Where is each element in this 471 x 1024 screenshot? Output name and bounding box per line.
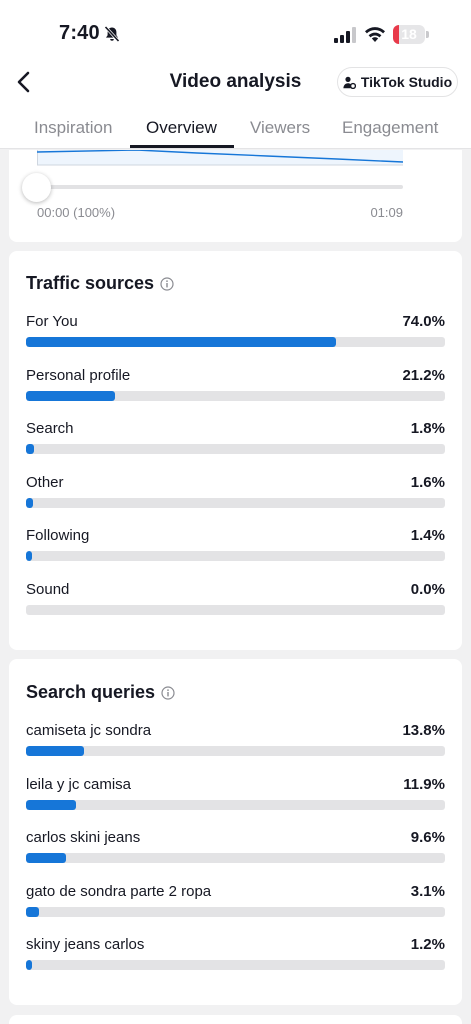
traffic-source-row: Personal profile 21.2% — [26, 367, 445, 407]
search-query-value: 9.6% — [410, 829, 445, 847]
search-query-bar-track — [26, 906, 445, 917]
battery-level: 18 — [401, 26, 417, 42]
search-query-row: skiny jeans carlos 1.2% — [26, 936, 445, 976]
traffic-source-value: 74.0% — [402, 313, 445, 330]
traffic-source-bar-track — [26, 444, 445, 455]
info-icon[interactable] — [160, 276, 174, 291]
search-query-bar-fill — [26, 746, 84, 756]
traffic-sources-card: Traffic sources For You 74.0% Personal pro… — [9, 251, 462, 650]
search-query-row: leila y jc camisa 11.9% — [26, 776, 445, 816]
traffic-source-row: Following 1.4% — [26, 527, 445, 567]
search-query-value: 3.1% — [410, 882, 445, 900]
retention-graph — [37, 150, 403, 166]
timeline-start-label: 00:00 (100%) — [37, 205, 116, 220]
traffic-source-value: 21.2% — [402, 366, 445, 384]
search-query-value: 13.8% — [402, 722, 445, 739]
traffic-source-bar-fill — [26, 390, 115, 401]
traffic-source-bar-fill — [26, 337, 337, 347]
tab-overview[interactable]: Overview — [146, 118, 217, 138]
timeline-slider-handle[interactable] — [22, 173, 51, 202]
search-query-bar-fill — [26, 799, 76, 810]
search-query-label: camiseta jc sondra — [26, 722, 152, 739]
traffic-source-row: For You 74.0% — [26, 313, 445, 353]
wifi-icon — [365, 27, 385, 42]
search-query-label: gato de sondra parte 2 ropa — [26, 882, 212, 900]
traffic-source-value: 0.0% — [410, 581, 445, 598]
traffic-source-row: Sound 0.0% — [26, 581, 445, 621]
traffic-source-bar-track — [26, 605, 445, 615]
traffic-source-bar-fill — [26, 497, 33, 508]
search-query-bar-fill — [26, 906, 39, 917]
person-gear-icon — [343, 76, 356, 89]
retention-card: 00:00 (100%) 01:09 — [9, 150, 462, 242]
search-query-label: carlos skini jeans — [26, 829, 141, 847]
traffic-source-bar-fill — [26, 551, 32, 562]
traffic-source-value: 1.8% — [410, 420, 445, 438]
timeline-end-label: 01:09 — [370, 205, 403, 220]
active-tab-indicator — [130, 145, 234, 148]
search-query-label: leila y jc camisa — [26, 775, 132, 793]
search-query-bar-track — [26, 960, 445, 971]
tab-viewers[interactable]: Viewers — [250, 118, 310, 138]
traffic-source-bar-fill — [26, 444, 34, 455]
search-query-bar-fill — [26, 853, 67, 864]
search-query-bar-track — [26, 799, 445, 810]
search-query-row: camiseta jc sondra 13.8% — [26, 722, 445, 762]
battery-icon: 18 — [393, 25, 425, 44]
search-query-bar-track — [26, 853, 445, 864]
status-bar: 7:40 18 — [0, 0, 471, 58]
timeline-slider-track[interactable] — [37, 185, 403, 189]
search-query-value: 1.2% — [410, 936, 445, 954]
traffic-source-value: 1.6% — [410, 473, 445, 491]
battery-indicator: 18 — [393, 25, 429, 44]
cellular-signal-icon — [334, 27, 356, 43]
traffic-source-row: Other 1.6% — [26, 474, 445, 514]
traffic-source-label: Search — [26, 420, 74, 438]
search-query-row: carlos skini jeans 9.6% — [26, 829, 445, 869]
traffic-source-bar-track — [26, 551, 445, 562]
tab-bar: Inspiration Overview Viewers Engagement — [0, 106, 471, 149]
traffic-source-bar-track — [26, 337, 445, 347]
traffic-source-label: Following — [26, 527, 90, 545]
nav-header: Video analysis TikTok Studio — [0, 58, 471, 106]
bell-muted-icon — [104, 25, 120, 43]
traffic-source-label: Sound — [26, 581, 70, 598]
tab-engagement[interactable]: Engagement — [342, 118, 438, 138]
traffic-source-label: For You — [26, 313, 78, 330]
search-query-value: 11.9% — [403, 775, 445, 793]
tiktok-studio-button[interactable]: TikTok Studio — [337, 67, 458, 97]
search-query-row: gato de sondra parte 2 ropa 3.1% — [26, 883, 445, 923]
status-time: 7:40 — [59, 22, 100, 44]
traffic-source-label: Personal profile — [26, 366, 131, 384]
traffic-source-row: Search 1.8% — [26, 420, 445, 460]
search-queries-card: Search queries camiseta jc sondra 13.8% le… — [9, 659, 462, 1005]
traffic-source-value: 1.4% — [410, 527, 445, 545]
tab-inspiration[interactable]: Inspiration — [34, 118, 112, 138]
search-query-bar-track — [26, 746, 445, 756]
traffic-source-label: Other — [26, 473, 64, 491]
battery-tip — [426, 31, 429, 38]
search-queries-header: Search queries — [26, 682, 175, 703]
search-query-label: skiny jeans carlos — [26, 936, 145, 954]
traffic-sources-title: Traffic sources — [26, 273, 155, 293]
next-card — [9, 1015, 462, 1024]
traffic-source-bar-track — [26, 390, 445, 401]
search-queries-title: Search queries — [26, 682, 156, 702]
search-query-bar-fill — [26, 960, 32, 971]
info-icon[interactable] — [161, 685, 175, 700]
traffic-source-bar-track — [26, 497, 445, 508]
tiktok-studio-label: TikTok Studio — [360, 74, 453, 90]
traffic-sources-header: Traffic sources — [26, 273, 174, 294]
